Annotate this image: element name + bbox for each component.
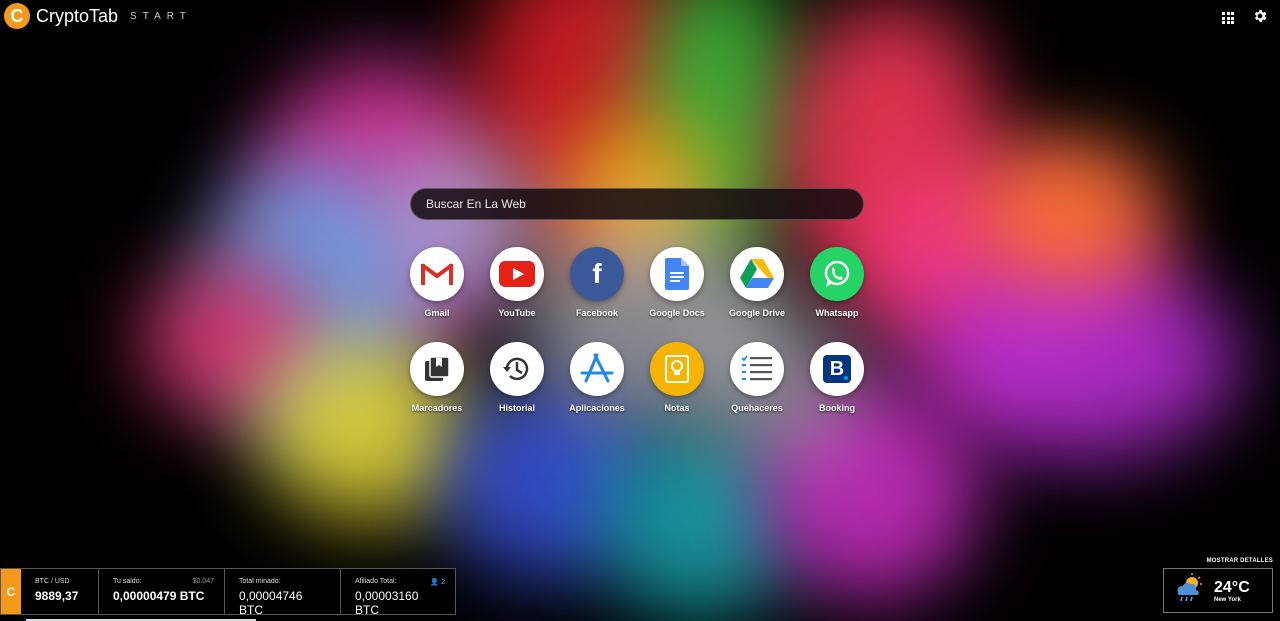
balance-usd: $0.047 [192,578,214,585]
google-drive-icon [730,247,784,301]
shortcut-notes[interactable]: Notas [645,342,709,413]
shortcut-label: YouTube [498,308,536,318]
shortcut-todo[interactable]: Quehaceres [725,342,789,413]
shortcut-label: Historial [498,403,535,413]
btc-usd-label: BTC / USD [35,578,70,585]
shortcut-google-drive[interactable]: Google Drive [725,247,789,318]
balance-stat: Tu saldo: $0.047 0,00000479 BTC [99,569,225,614]
mined-value: 0,00004746 BTC [239,589,303,617]
shortcut-history[interactable]: Historial [485,342,549,413]
shortcut-whatsapp[interactable]: Whatsapp [805,247,869,318]
shortcut-label: Notas [664,403,690,413]
cryptotab-logo-icon: C [1,569,21,614]
brand-name: CryptoTab [36,5,119,26]
shortcut-label: Quehaceres [731,403,783,413]
notes-icon [650,342,704,396]
history-icon [490,342,544,396]
affiliate-count: 👤 2 [430,578,445,586]
shortcut-label: Facebook [575,308,618,318]
youtube-icon [490,247,544,301]
shortcut-bookmarks[interactable]: Marcadores [405,342,469,413]
gmail-icon [410,247,464,301]
cryptotab-logo-icon: C [4,3,30,29]
whatsapp-icon [810,247,864,301]
google-docs-icon [650,247,704,301]
settings-gear-icon[interactable] [1252,8,1268,28]
shortcut-label: Google Drive [728,308,785,318]
btc-usd-stat: BTC / USD 9889,37 [21,569,99,614]
weather-widget[interactable]: 24°C New York [1163,568,1273,613]
brand-logo-link[interactable]: C CryptoTab START [4,3,192,29]
weather-city: New York [1214,596,1241,603]
brand-sub: START [130,10,192,22]
app-store-icon [570,342,624,396]
bookmarks-icon [410,342,464,396]
affiliate-value: 0,00003160 BTC [355,589,419,617]
shortcut-youtube[interactable]: YouTube [485,247,549,318]
shortcut-label: Whatsapp [815,308,859,318]
weather-temperature: 24°C [1214,578,1250,596]
search-input[interactable] [424,196,848,212]
search-bar[interactable] [410,188,864,220]
facebook-icon: f [570,247,624,301]
mined-label: Total minado: [239,578,281,585]
top-right-controls [1222,8,1268,28]
shortcut-label: Aplicaciones [569,403,625,413]
mined-stat: Total minado: 0,00004746 BTC [225,569,341,617]
affiliate-stat: Afiliado Total: 👤 2 0,00003160 BTC [341,569,455,617]
shortcut-apps[interactable]: Aplicaciones [565,342,629,413]
affiliate-count-value: 2 [441,579,445,586]
shortcut-gmail[interactable]: Gmail [405,247,469,318]
todo-list-icon [730,342,784,396]
shortcut-google-docs[interactable]: Google Docs [645,247,709,318]
show-details-link[interactable]: MOSTRAR DETALLES [1207,558,1273,564]
shortcut-label: Google Docs [649,308,705,318]
shortcut-grid: Gmail YouTube f Facebook Google Docs Goo… [405,247,875,413]
shortcut-label: Gmail [424,308,450,318]
booking-icon: B [810,342,864,396]
shortcut-booking[interactable]: B Booking [805,342,869,413]
btc-usd-value: 9889,37 [35,589,79,603]
partly-cloudy-rain-icon [1174,573,1206,608]
new-tab-page: C CryptoTab START Gmail YouTube [0,0,1280,621]
mining-stats-bar[interactable]: C BTC / USD 9889,37 Tu saldo: $0.047 0,0… [0,568,456,617]
shortcut-facebook[interactable]: f Facebook [565,247,629,318]
user-icon: 👤 [430,579,440,586]
balance-value: 0,00000479 BTC [113,589,205,603]
shortcut-label: Marcadores [411,403,463,413]
apps-grid-icon[interactable] [1222,12,1234,24]
shortcut-label: Booking [819,403,855,413]
